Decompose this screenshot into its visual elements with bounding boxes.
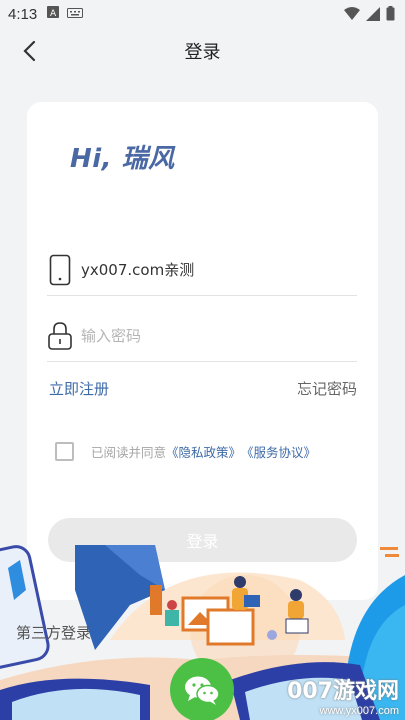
register-link[interactable]: 立即注册 xyxy=(49,378,109,399)
service-agreement-link[interactable]: 《服务协议》 xyxy=(241,442,316,461)
watermark-url: www.yx007.com xyxy=(319,705,399,717)
watermark: 007游戏网 www.yx007.com xyxy=(287,673,399,717)
wifi-icon xyxy=(344,6,360,25)
password-input[interactable] xyxy=(81,326,331,345)
password-field xyxy=(47,310,357,362)
login-card: Hi, 瑞风 立即注册 忘记密码 已阅读并同意 《隐私政策》 《服务协议》 登录 xyxy=(27,102,378,600)
chevron-left-icon xyxy=(23,40,36,62)
nav-bar: 登录 xyxy=(0,28,405,74)
signal-icon xyxy=(366,6,380,25)
agreement-prefix: 已阅读并同意 xyxy=(91,445,167,460)
brand-greeting: Hi, 瑞风 xyxy=(70,144,175,174)
keyboard-icon xyxy=(67,6,84,22)
status-time: 4:13 xyxy=(8,5,38,23)
phone-icon xyxy=(47,253,73,287)
wechat-icon xyxy=(185,676,220,705)
battery-icon xyxy=(386,6,395,25)
svg-text:A: A xyxy=(50,9,57,18)
page-title: 登录 xyxy=(184,42,221,63)
wechat-login-button[interactable] xyxy=(170,658,234,720)
phone-field xyxy=(47,244,357,296)
back-button[interactable] xyxy=(14,36,44,66)
privacy-policy-link[interactable]: 《隐私政策》 xyxy=(166,442,241,461)
lock-icon xyxy=(47,319,73,353)
account-links: 立即注册 忘记密码 xyxy=(49,378,357,399)
third-party-login-label: 第三方登录 xyxy=(16,624,92,642)
watermark-logo: 007游戏网 xyxy=(287,679,399,704)
agreement-row: 已阅读并同意 《隐私政策》 《服务协议》 xyxy=(55,442,316,461)
forgot-password-link[interactable]: 忘记密码 xyxy=(297,378,357,399)
phone-input[interactable] xyxy=(81,260,331,279)
notification-a-icon: A xyxy=(47,6,60,22)
status-bar: 4:13 A xyxy=(0,0,405,28)
agree-checkbox[interactable] xyxy=(55,442,74,461)
